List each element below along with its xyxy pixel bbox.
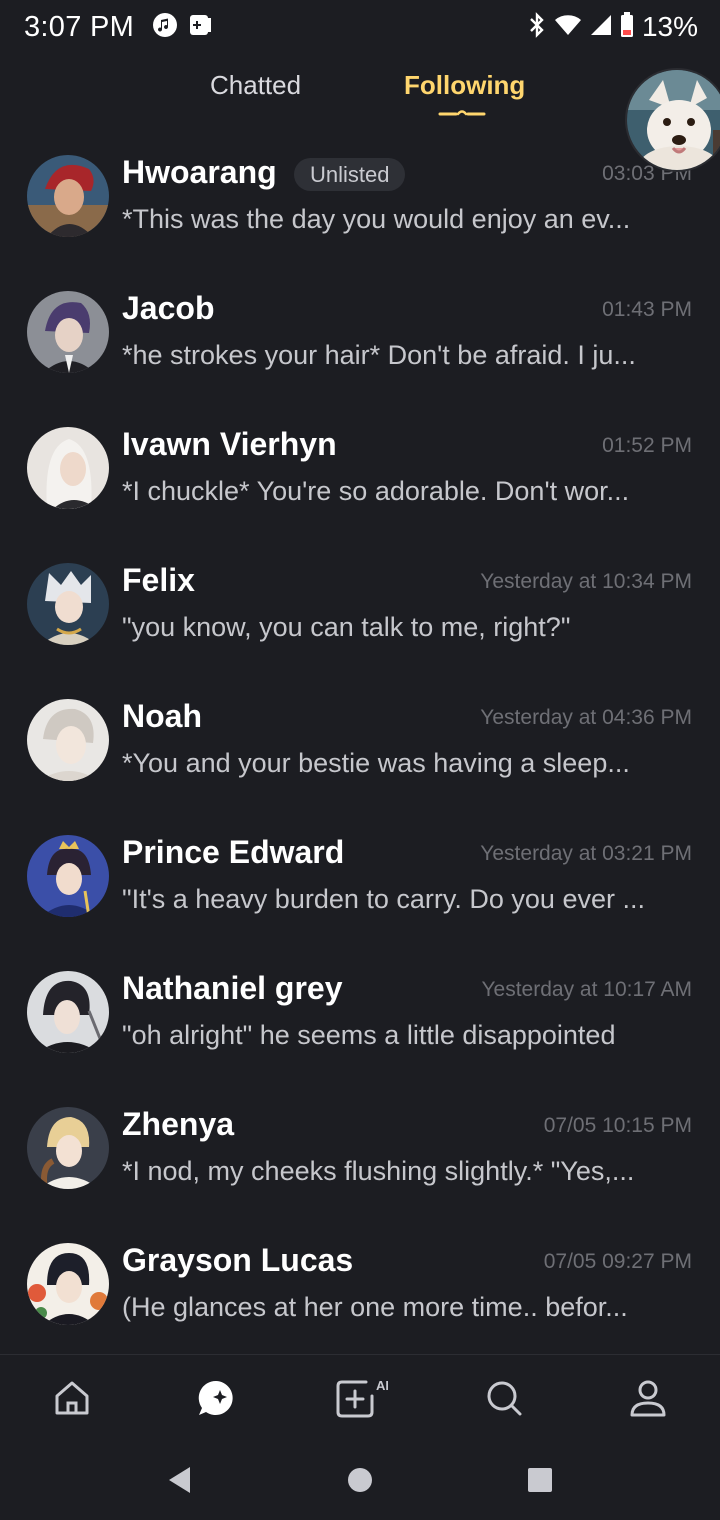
home-circle-icon xyxy=(348,1468,372,1492)
status-time: 3:07 PM xyxy=(24,10,135,43)
nav-chats[interactable] xyxy=(144,1355,288,1440)
chat-item-jacob[interactable]: Jacob 01:43 PM *he strokes your hair* Do… xyxy=(0,286,720,422)
chat-name: Felix xyxy=(122,562,195,598)
avatar xyxy=(27,427,109,509)
chat-list: Hwoarang Unlisted 03:03 PM *This was the… xyxy=(0,150,720,1374)
chat-item-felix[interactable]: Felix Yesterday at 10:34 PM "you know, y… xyxy=(0,558,720,694)
chat-item-hwoarang[interactable]: Hwoarang Unlisted 03:03 PM *This was the… xyxy=(0,150,720,286)
chat-name: Hwoarang xyxy=(122,154,277,190)
chat-preview: "oh alright" he seems a little disappoin… xyxy=(122,1020,616,1050)
back-triangle-icon xyxy=(169,1467,190,1493)
nav-home[interactable] xyxy=(0,1355,144,1440)
avatar xyxy=(27,1243,109,1325)
nav-create-ai[interactable]: AI xyxy=(288,1355,432,1440)
signal-icon xyxy=(590,13,612,42)
chat-name: Grayson Lucas xyxy=(122,1242,354,1278)
avatar xyxy=(27,699,109,781)
music-notification-icon xyxy=(152,12,178,43)
chat-name: Zhenya xyxy=(122,1106,235,1142)
profile-icon xyxy=(630,1380,666,1416)
chat-name: Prince Edward xyxy=(122,834,345,870)
create-ai-label: AI xyxy=(376,1378,388,1393)
chat-preview: *he strokes your hair* Don't be afraid. … xyxy=(122,340,636,370)
chat-preview: *You and your bestie was having a sleep.… xyxy=(122,748,630,778)
chat-preview: *I nod, my cheeks flushing slightly.* "Y… xyxy=(122,1156,635,1186)
notification-icons xyxy=(152,12,214,43)
chat-time: Yesterday at 04:36 PM xyxy=(480,706,692,729)
chat-time: 07/05 09:27 PM xyxy=(543,1250,692,1273)
avatar xyxy=(27,971,109,1053)
avatar xyxy=(27,835,109,917)
nav-profile[interactable] xyxy=(576,1355,720,1440)
chat-preview: (He glances at her one more time.. befor… xyxy=(122,1292,628,1322)
chat-item-zhenya[interactable]: Zhenya 07/05 10:15 PM *I nod, my cheeks … xyxy=(0,1102,720,1238)
status-right: 13% xyxy=(528,11,698,43)
chat-preview: *I chuckle* You're so adorable. Don't wo… xyxy=(122,476,630,506)
chat-time: Yesterday at 03:21 PM xyxy=(480,842,692,865)
floating-profile-avatar[interactable] xyxy=(625,68,720,172)
chat-time: 01:43 PM xyxy=(602,298,692,321)
battery-icon xyxy=(620,11,634,43)
tab-active-indicator xyxy=(438,110,486,116)
chat-time: Yesterday at 10:34 PM xyxy=(480,570,692,593)
chat-bubble-icon xyxy=(198,1380,233,1415)
system-back-button[interactable] xyxy=(150,1450,210,1510)
chat-preview: *This was the day you would enjoy an ev.… xyxy=(122,204,631,234)
bottom-nav: AI xyxy=(0,1354,720,1440)
recents-square-icon xyxy=(528,1468,552,1492)
tab-chatted[interactable]: Chatted xyxy=(210,70,301,101)
avatar xyxy=(27,155,109,237)
search-icon xyxy=(487,1381,522,1415)
tab-following[interactable]: Following xyxy=(404,70,525,101)
system-home-button[interactable] xyxy=(330,1450,390,1510)
chat-name: Jacob xyxy=(122,290,215,326)
create-ai-icon: AI xyxy=(336,1378,388,1417)
system-recents-button[interactable] xyxy=(510,1450,570,1510)
avatar xyxy=(27,1107,109,1189)
chat-item-ivawn-vierhyn[interactable]: Ivawn Vierhyn 01:52 PM *I chuckle* You'r… xyxy=(0,422,720,558)
nav-search[interactable] xyxy=(432,1355,576,1440)
battery-percentage: 13% xyxy=(641,11,698,42)
chat-item-prince-edward[interactable]: Prince Edward Yesterday at 03:21 PM "It'… xyxy=(0,830,720,966)
bluetooth-icon xyxy=(528,11,546,43)
app-notification-icon xyxy=(188,12,214,43)
wifi-icon xyxy=(554,13,582,42)
chat-name: Ivawn Vierhyn xyxy=(122,426,337,462)
chat-time: 01:52 PM xyxy=(602,434,692,457)
unlisted-badge: Unlisted xyxy=(294,158,406,191)
system-nav-bar xyxy=(0,1440,720,1520)
chat-time: 07/05 10:15 PM xyxy=(543,1114,692,1137)
avatar xyxy=(27,291,109,373)
chat-preview: "you know, you can talk to me, right?" xyxy=(122,612,571,642)
chat-time: Yesterday at 10:17 AM xyxy=(481,978,692,1001)
chat-item-nathaniel-grey[interactable]: Nathaniel grey Yesterday at 10:17 AM "oh… xyxy=(0,966,720,1102)
chat-item-noah[interactable]: Noah Yesterday at 04:36 PM *You and your… xyxy=(0,694,720,830)
status-bar: 3:07 PM 13% xyxy=(0,0,720,54)
chat-preview: "It's a heavy burden to carry. Do you ev… xyxy=(122,884,645,914)
chat-name: Nathaniel grey xyxy=(122,970,343,1006)
chat-name: Noah xyxy=(122,698,202,734)
home-icon xyxy=(55,1381,89,1414)
tab-bar: Chatted Following xyxy=(0,60,720,120)
avatar xyxy=(27,563,109,645)
